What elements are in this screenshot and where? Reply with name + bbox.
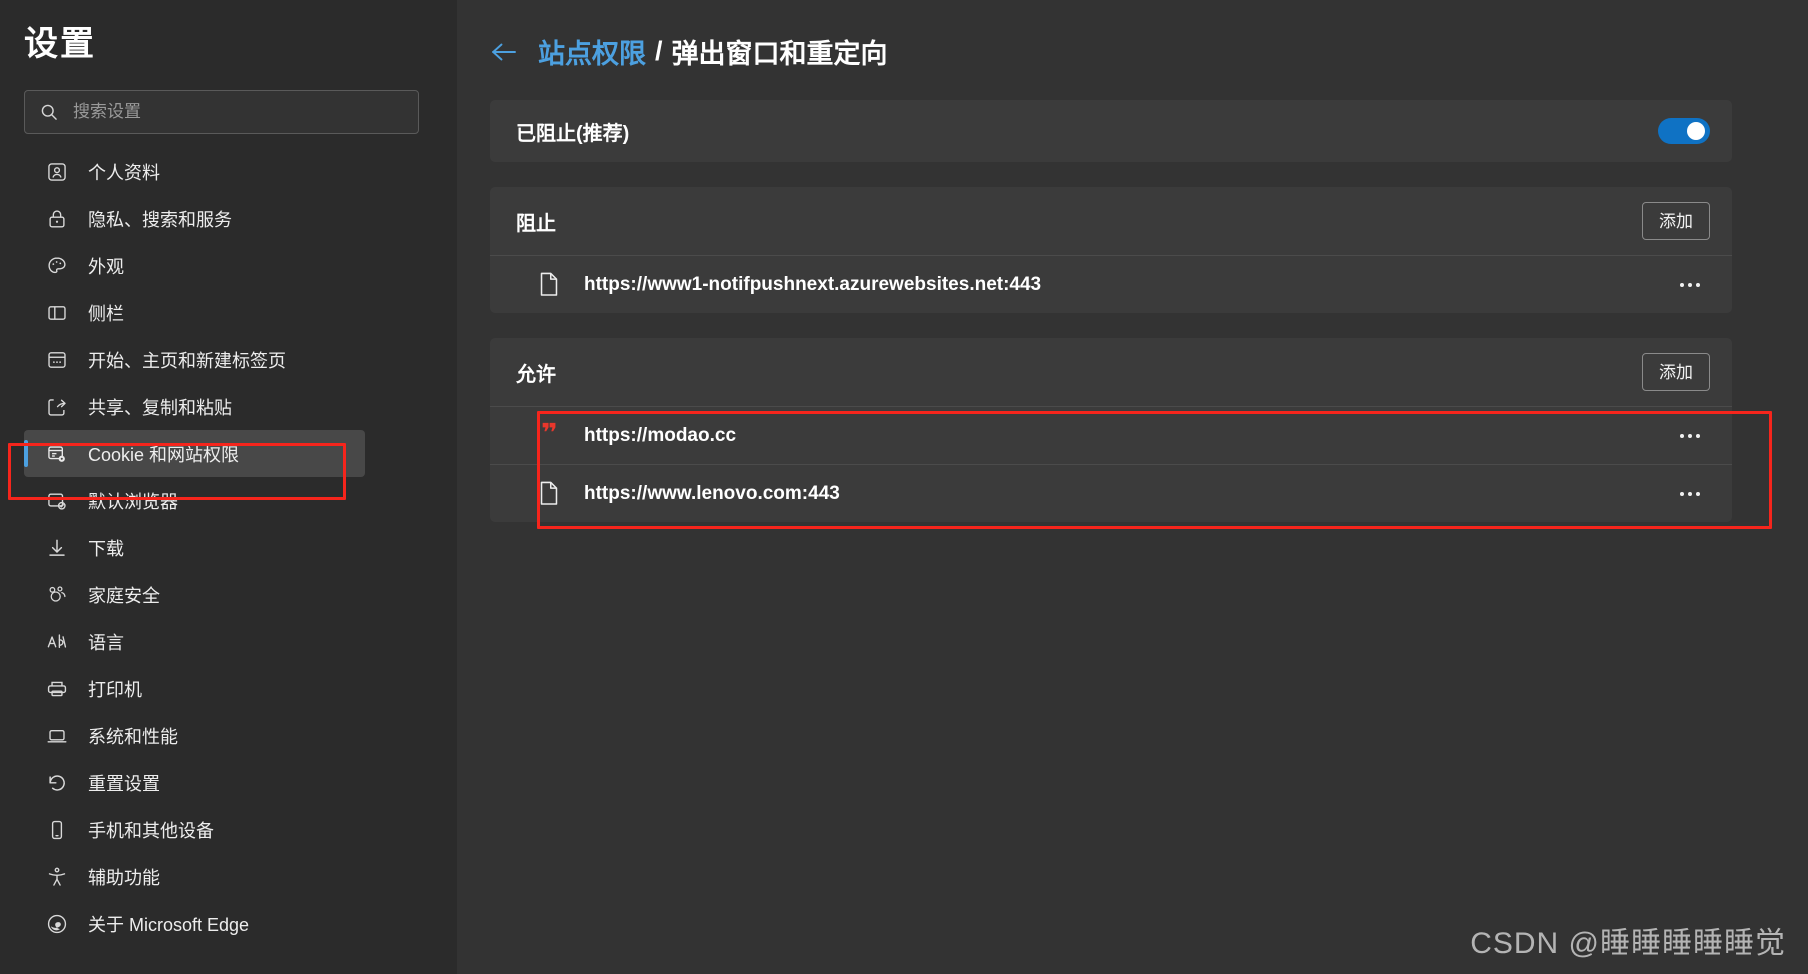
allow-section-title: 允许 bbox=[516, 363, 556, 386]
block-add-button[interactable]: 添加 bbox=[1642, 202, 1710, 240]
accessibility-icon bbox=[48, 867, 66, 886]
sidebar-item-label: 个人资料 bbox=[88, 162, 160, 183]
download-icon bbox=[49, 539, 65, 556]
edge-logo-icon bbox=[47, 914, 67, 933]
block-section-title: 阻止 bbox=[516, 212, 556, 235]
cookie-settings-icon bbox=[48, 446, 65, 462]
sidebar-item-default-browser[interactable]: 默认浏览器 bbox=[24, 477, 365, 524]
printer-icon bbox=[47, 681, 67, 696]
allow-add-button[interactable]: 添加 bbox=[1642, 353, 1710, 391]
site-url: https://modao.cc bbox=[584, 424, 737, 446]
sidebar-item-label: 开始、主页和新建标签页 bbox=[88, 350, 286, 371]
sidebar-item-label: 家庭安全 bbox=[88, 585, 160, 606]
table-row: https://www.lenovo.com:443 bbox=[490, 465, 1732, 522]
modao-favicon: ❞ bbox=[538, 420, 560, 448]
blocked-recommended-toggle[interactable] bbox=[1658, 118, 1710, 144]
sidebar-item-label: 系统和性能 bbox=[88, 726, 178, 747]
breadcrumb-separator: / bbox=[655, 36, 663, 66]
site-more-options-button[interactable] bbox=[1670, 418, 1710, 454]
sidebar-panel-icon bbox=[48, 305, 66, 320]
search-settings-box[interactable] bbox=[24, 90, 419, 135]
family-icon bbox=[49, 586, 66, 602]
sidebar-item-label: 默认浏览器 bbox=[88, 491, 178, 512]
blocked-recommended-row: 已阻止(推荐) bbox=[490, 100, 1732, 162]
sidebar-item-phone-other-devices[interactable]: 手机和其他设备 bbox=[24, 806, 365, 853]
sidebar-item-label: 辅助功能 bbox=[88, 867, 160, 888]
sidebar-item-label: 重置设置 bbox=[88, 773, 160, 794]
generic-page-icon bbox=[538, 272, 560, 297]
sidebar-item-system-performance[interactable]: 系统和性能 bbox=[24, 712, 365, 759]
sidebar-item-label: 打印机 bbox=[88, 679, 142, 700]
site-more-options-button[interactable] bbox=[1670, 476, 1710, 512]
blocked-recommended-card: 已阻止(推荐) bbox=[490, 100, 1732, 162]
sidebar-item-languages[interactable]: 语言 bbox=[24, 618, 365, 665]
breadcrumb-current: 弹出窗口和重定向 bbox=[671, 39, 888, 69]
toggle-knob bbox=[1687, 122, 1705, 140]
sidebar-item-label: 共享、复制和粘贴 bbox=[88, 397, 232, 418]
sidebar-nav-list: 个人资料 隐私、搜索和服务 外观 侧栏 开始、主页和新建标签页 共享、复制和粘贴… bbox=[0, 148, 457, 947]
sidebar-item-cookies-site-permissions[interactable]: Cookie 和网站权限 bbox=[24, 430, 365, 478]
csdn-watermark: CSDN @睡睡睡睡睡觉 bbox=[1470, 927, 1786, 960]
settings-sidebar: 设置 个人资料 隐私、搜 bbox=[0, 0, 457, 974]
block-section-card: 阻止 添加 https://www1-notifpushnext.azurewe… bbox=[490, 187, 1732, 313]
back-arrow-icon[interactable] bbox=[490, 40, 518, 64]
sidebar-item-profile[interactable]: 个人资料 bbox=[24, 148, 365, 195]
sidebar-item-label: 关于 Microsoft Edge bbox=[88, 914, 250, 935]
sidebar-item-reset-settings[interactable]: 重置设置 bbox=[24, 759, 365, 806]
breadcrumb: 站点权限 / 弹出窗口和重定向 bbox=[457, 0, 1808, 71]
share-icon bbox=[48, 398, 66, 416]
sidebar-item-label: 隐私、搜索和服务 bbox=[88, 209, 232, 230]
default-browser-icon bbox=[48, 493, 66, 510]
search-icon bbox=[41, 104, 57, 120]
site-url: https://www1-notifpushnext.azurewebsites… bbox=[584, 273, 1042, 295]
page-title: 设置 bbox=[24, 25, 96, 63]
search-input[interactable] bbox=[73, 102, 404, 123]
sidebar-item-label: 侧栏 bbox=[88, 303, 124, 324]
sidebar-item-accessibility[interactable]: 辅助功能 bbox=[24, 853, 365, 900]
sidebar-item-label: Cookie 和网站权限 bbox=[88, 444, 240, 465]
profile-icon bbox=[48, 162, 66, 181]
sidebar-item-printers[interactable]: 打印机 bbox=[24, 665, 365, 712]
blocked-recommended-label: 已阻止(推荐) bbox=[516, 122, 630, 145]
table-row: https://www1-notifpushnext.azurewebsites… bbox=[490, 256, 1732, 313]
sidebar-item-privacy[interactable]: 隐私、搜索和服务 bbox=[24, 195, 365, 242]
breadcrumb-parent-link[interactable]: 站点权限 bbox=[538, 32, 646, 71]
sidebar-item-downloads[interactable]: 下载 bbox=[24, 524, 365, 571]
sidebar-item-label: 手机和其他设备 bbox=[88, 820, 214, 841]
edge-settings-window: 设置 个人资料 隐私、搜 bbox=[0, 0, 1808, 974]
allow-section-card: 允许 添加 ❞ https://modao.cc https://www.len… bbox=[490, 338, 1732, 522]
table-row: ❞ https://modao.cc bbox=[490, 407, 1732, 464]
sidebar-item-sidebar[interactable]: 侧栏 bbox=[24, 289, 365, 336]
site-url: https://www.lenovo.com:443 bbox=[584, 482, 840, 504]
new-tab-icon bbox=[48, 351, 66, 368]
phone-icon bbox=[51, 820, 63, 839]
language-icon bbox=[47, 634, 67, 648]
sidebar-item-share-copy-paste[interactable]: 共享、复制和粘贴 bbox=[24, 383, 365, 430]
block-section-header: 阻止 添加 bbox=[490, 187, 1732, 255]
site-more-options-button[interactable] bbox=[1670, 267, 1710, 303]
sidebar-item-appearance[interactable]: 外观 bbox=[24, 242, 365, 289]
modao-favicon-glyph: ❞ bbox=[541, 418, 558, 447]
palette-icon bbox=[48, 257, 66, 273]
sidebar-item-about-edge[interactable]: 关于 Microsoft Edge bbox=[24, 900, 365, 947]
sidebar-item-label: 外观 bbox=[88, 256, 124, 277]
reset-icon bbox=[49, 774, 65, 791]
laptop-icon bbox=[47, 729, 67, 743]
settings-cards: 已阻止(推荐) 阻止 添加 https://www1-notifpushnext… bbox=[490, 100, 1732, 522]
sidebar-item-label: 下载 bbox=[88, 538, 124, 559]
allow-section-header: 允许 添加 bbox=[490, 338, 1732, 406]
settings-main-content: 站点权限 / 弹出窗口和重定向 已阻止(推荐) 阻止 添加 https://ww… bbox=[457, 0, 1808, 974]
sidebar-item-family-safety[interactable]: 家庭安全 bbox=[24, 571, 365, 618]
lock-icon bbox=[49, 210, 65, 228]
sidebar-item-label: 语言 bbox=[88, 632, 124, 653]
sidebar-item-start-home-newtab[interactable]: 开始、主页和新建标签页 bbox=[24, 336, 365, 383]
generic-page-icon bbox=[538, 481, 560, 506]
